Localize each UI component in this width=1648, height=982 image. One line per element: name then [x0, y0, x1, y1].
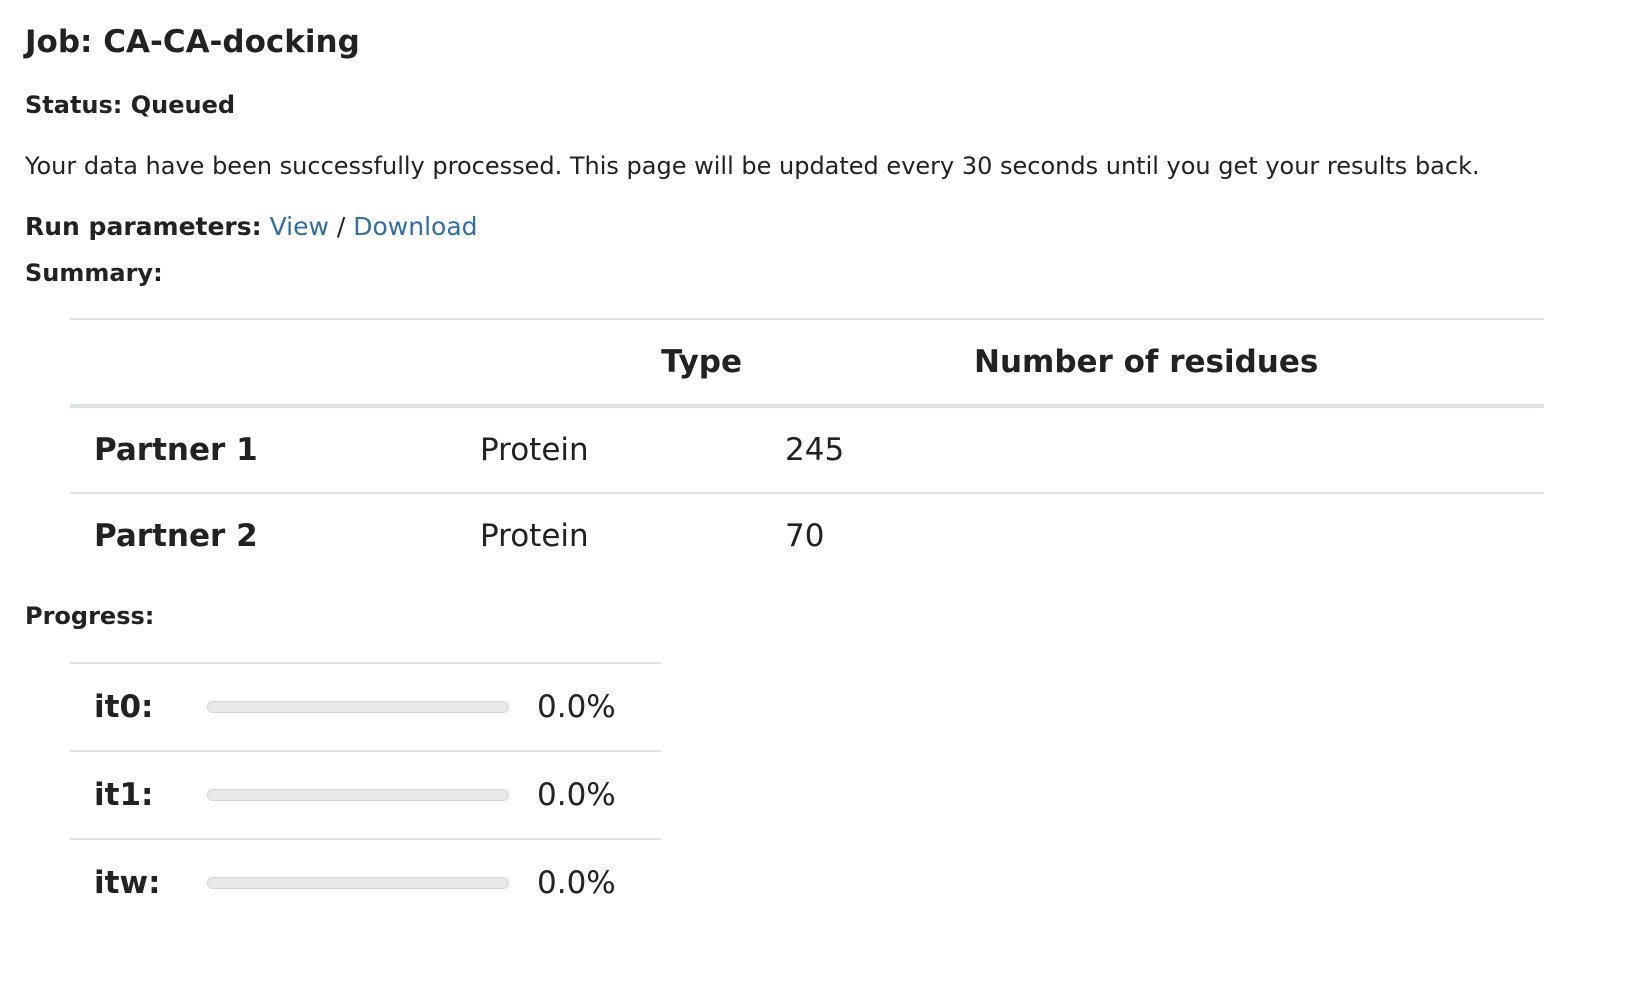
progress-bar [207, 789, 509, 801]
job-status-page: Job: CA-CA-docking Status: Queued Your d… [0, 0, 1648, 982]
progress-stage-name: it1: [70, 750, 207, 839]
summary-header-row: Type Number of residues [70, 318, 1544, 408]
progress-bar [207, 877, 509, 889]
progress-row: it1: 0.0% [70, 750, 661, 839]
summary-header-residues: Number of residues [785, 318, 1544, 408]
partner-type: Protein [480, 518, 589, 554]
partner-name: Partner 2 [94, 518, 258, 554]
progress-row: itw: 0.0% [70, 838, 661, 926]
summary-header-blank [70, 318, 480, 408]
progress-row: it0: 0.0% [70, 662, 661, 751]
summary-header-type: Type [480, 318, 785, 408]
summary-table: Type Number of residues Partner 1 Protei… [70, 318, 1544, 578]
partner-residues: 70 [785, 518, 825, 554]
partner-type: Protein [480, 406, 785, 494]
table-row: Partner 1 Protein 245 [70, 406, 1544, 494]
summary-label: Summary: [25, 259, 163, 287]
progress-bar-cell [207, 750, 537, 839]
progress-label: Progress: [25, 602, 155, 630]
partner-name: Partner 1 [70, 406, 480, 494]
run-parameters: Run parameters: View / Download [25, 211, 478, 243]
progress-percent: 0.0% [537, 662, 661, 751]
progress-percent: 0.0% [537, 750, 661, 839]
processing-message: Your data have been successfully process… [25, 152, 1480, 180]
table-row: Partner 2 Protein 70 [70, 493, 1544, 578]
partner-residues: 245 [785, 406, 1544, 494]
progress-stage-name: it0: [70, 662, 207, 751]
download-parameters-link[interactable]: Download [353, 212, 477, 241]
link-separator: / [328, 212, 354, 241]
progress-percent: 0.0% [537, 838, 661, 926]
progress-bar-cell [207, 662, 537, 751]
progress-bar [207, 701, 509, 713]
progress-stage-name: itw: [70, 838, 207, 926]
job-status: Status: Queued [25, 91, 236, 119]
view-parameters-link[interactable]: View [270, 212, 329, 241]
progress-table: it0: 0.0% it1: 0.0% itw: 0.0% [70, 662, 661, 926]
summary-header-type-text: Type [661, 344, 742, 380]
run-parameters-label: Run parameters: [25, 212, 262, 241]
progress-bar-cell [207, 838, 537, 926]
job-title: Job: CA-CA-docking [25, 24, 360, 60]
